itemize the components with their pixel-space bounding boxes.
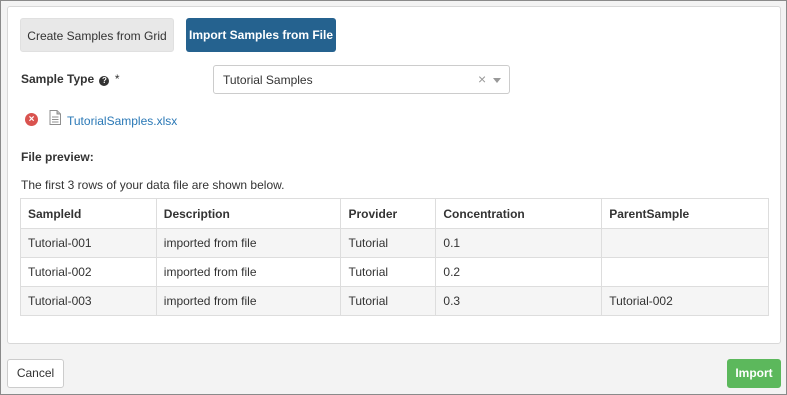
table-cell: Tutorial-001 bbox=[20, 228, 157, 258]
table-row: Tutorial-003 imported from file Tutorial… bbox=[20, 286, 769, 316]
table-cell: Tutorial-002 bbox=[20, 257, 157, 287]
sample-type-select[interactable]: Tutorial Samples × bbox=[213, 65, 510, 94]
sample-type-label: Sample Type ? * bbox=[21, 72, 120, 86]
table-cell: Tutorial-003 bbox=[20, 286, 157, 316]
caret-down-icon[interactable] bbox=[493, 78, 501, 83]
table-cell: 0.1 bbox=[435, 228, 603, 258]
dialog-frame: Create Samples from Grid Import Samples … bbox=[0, 0, 787, 395]
tab-import-from-file[interactable]: Import Samples from File bbox=[186, 18, 336, 52]
file-text-icon bbox=[49, 110, 61, 128]
table-cell: imported from file bbox=[155, 286, 342, 316]
table-cell: Tutorial bbox=[340, 228, 437, 258]
column-header-provider: Provider bbox=[340, 198, 437, 229]
column-header-parentsample: ParentSample bbox=[601, 198, 769, 229]
import-button[interactable]: Import bbox=[727, 359, 781, 388]
table-cell: Tutorial bbox=[340, 286, 437, 316]
file-preview-note: The first 3 rows of your data file are s… bbox=[21, 178, 285, 192]
table-cell bbox=[601, 257, 769, 287]
table-header-row: SampleId Description Provider Concentrat… bbox=[20, 198, 769, 229]
file-preview-table: SampleId Description Provider Concentrat… bbox=[20, 198, 769, 316]
sample-type-label-text: Sample Type bbox=[21, 72, 95, 86]
times-circle-icon[interactable]: × bbox=[25, 113, 38, 126]
cancel-button[interactable]: Cancel bbox=[7, 359, 64, 388]
table-cell: imported from file bbox=[155, 228, 342, 258]
import-panel: Create Samples from Grid Import Samples … bbox=[7, 6, 781, 344]
table-cell: Tutorial bbox=[340, 257, 437, 287]
table-row: Tutorial-002 imported from file Tutorial… bbox=[20, 257, 769, 287]
required-marker: * bbox=[114, 72, 120, 86]
table-cell: imported from file bbox=[155, 257, 342, 287]
table-row: Tutorial-001 imported from file Tutorial… bbox=[20, 228, 769, 258]
file-preview-title: File preview: bbox=[21, 150, 94, 164]
column-header-description: Description bbox=[155, 198, 342, 229]
uploaded-file-link[interactable]: TutorialSamples.xlsx bbox=[67, 114, 177, 128]
clear-x-icon[interactable]: × bbox=[478, 71, 486, 87]
sample-type-selected-value: Tutorial Samples bbox=[223, 73, 313, 87]
question-circle-icon[interactable]: ? bbox=[99, 76, 110, 86]
column-header-sampleid: SampleId bbox=[20, 198, 157, 229]
table-cell: Tutorial-002 bbox=[601, 286, 769, 316]
table-cell: 0.2 bbox=[435, 257, 603, 287]
table-cell: 0.3 bbox=[435, 286, 603, 316]
column-header-concentration: Concentration bbox=[435, 198, 603, 229]
tab-create-from-grid[interactable]: Create Samples from Grid bbox=[20, 18, 174, 52]
table-cell bbox=[601, 228, 769, 258]
